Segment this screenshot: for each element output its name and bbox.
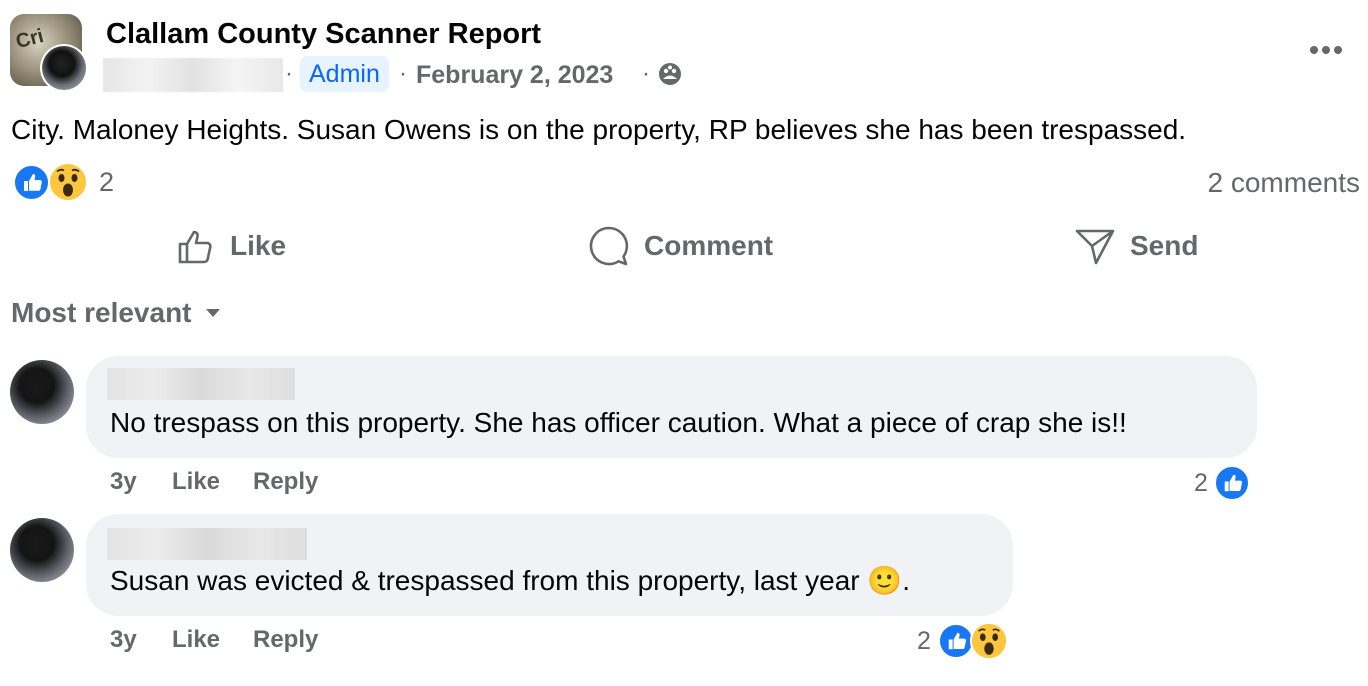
author-name-redacted[interactable] xyxy=(103,58,283,92)
separator-dot: · xyxy=(399,60,407,87)
comment-reaction-count[interactable]: 2 xyxy=(1194,468,1208,498)
comment-button-label: Comment xyxy=(644,230,774,261)
group-audience-icon[interactable] xyxy=(658,62,682,86)
comment-bubble-icon xyxy=(589,226,629,266)
comment-reaction-count[interactable]: 2 xyxy=(917,626,931,656)
admin-badge[interactable]: Admin xyxy=(300,56,389,92)
comment-like-button[interactable]: Like xyxy=(172,467,220,497)
comment-like-button[interactable]: Like xyxy=(172,625,220,655)
like-icon[interactable] xyxy=(938,623,974,659)
thumbs-up-outline-icon xyxy=(178,230,212,264)
wow-icon[interactable] xyxy=(970,622,1008,660)
send-icon xyxy=(1075,229,1115,265)
comment-age[interactable]: 3y xyxy=(110,467,137,497)
like-icon[interactable] xyxy=(1214,465,1250,501)
group-name-link[interactable]: Clallam County Scanner Report xyxy=(106,16,541,52)
author-avatar[interactable] xyxy=(40,44,88,92)
comment-text: No trespass on this property. She has of… xyxy=(110,407,1127,438)
commenter-avatar[interactable] xyxy=(10,360,74,424)
more-options-icon[interactable] xyxy=(1308,44,1344,56)
post-date-link[interactable]: February 2, 2023 xyxy=(416,58,613,92)
like-button[interactable]: Like xyxy=(176,226,286,266)
commenter-name-redacted[interactable] xyxy=(107,528,307,560)
comment-age[interactable]: 3y xyxy=(110,625,137,655)
send-button-label: Send xyxy=(1130,230,1199,261)
separator-dot: · xyxy=(642,60,650,87)
reaction-count[interactable]: 2 xyxy=(99,166,114,198)
caret-down-icon xyxy=(205,309,220,317)
wow-icon[interactable] xyxy=(48,162,88,202)
comment-sort-dropdown[interactable]: Most relevant xyxy=(11,296,222,330)
comment-reply-button[interactable]: Reply xyxy=(253,625,318,655)
separator-dot: · xyxy=(285,60,293,87)
comment-reply-button[interactable]: Reply xyxy=(253,467,318,497)
group-avatar-text: Cri xyxy=(13,24,46,54)
commenter-avatar[interactable] xyxy=(10,518,74,582)
commenter-name-redacted[interactable] xyxy=(107,368,295,400)
send-button[interactable]: Send xyxy=(1074,226,1198,266)
comment-button[interactable]: Comment xyxy=(588,226,773,266)
post-body-text: City. Maloney Heights. Susan Owens is on… xyxy=(11,114,1187,145)
comments-count-link[interactable]: 2 comments xyxy=(1208,166,1361,200)
sort-label: Most relevant xyxy=(11,297,192,328)
like-button-label: Like xyxy=(230,230,287,261)
like-icon[interactable] xyxy=(13,164,50,201)
comment-text: Susan was evicted & trespassed from this… xyxy=(110,565,911,596)
